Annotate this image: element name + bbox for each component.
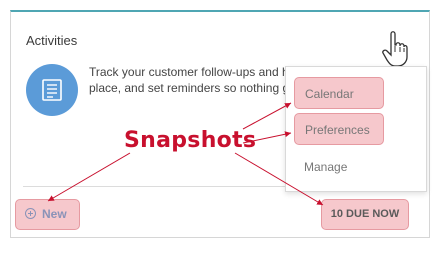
menu-item-calendar[interactable]: Calendar [294,77,384,109]
card-description: Track your customer follow-ups and h pla… [89,65,290,95]
hand-pointer-icon [382,31,408,67]
due-now-button[interactable]: 10 DUE NOW [321,199,409,230]
notepad-icon [26,64,78,116]
new-button[interactable]: New [15,199,80,230]
menu-item-preferences[interactable]: Preferences [294,113,384,145]
snapshots-annotation: Snapshots [124,128,257,153]
menu-item-manage[interactable]: Manage [294,151,384,183]
plus-circle-icon [25,208,36,219]
card-title: Activities [26,33,78,48]
new-button-label: New [42,207,67,221]
actions-dropdown: Calendar Preferences Manage [285,66,427,192]
